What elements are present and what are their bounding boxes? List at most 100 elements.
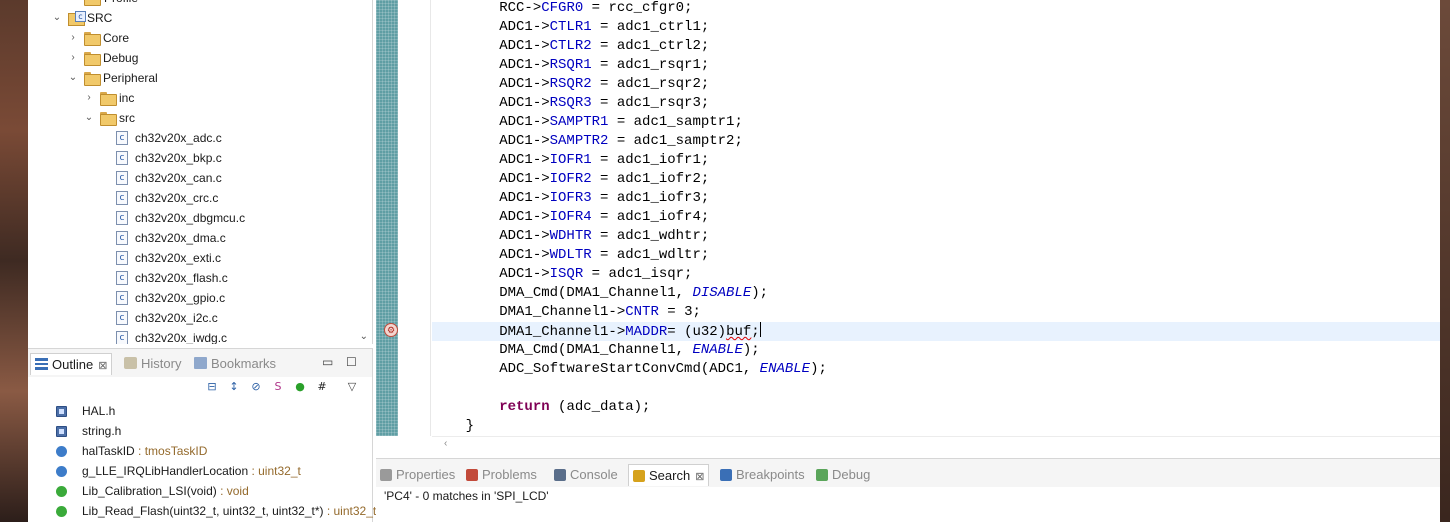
debug-icon xyxy=(816,469,828,481)
maximize-icon[interactable]: ☐ xyxy=(346,355,357,369)
code-line[interactable]: ADC1->SAMPTR1 = adc1_samptr1; xyxy=(432,113,1440,132)
tab-label: Search xyxy=(649,468,691,483)
outline-item-name: Lib_Read_Flash(uint32_t, uint32_t, uint3… xyxy=(82,504,324,518)
tab-label: Console xyxy=(570,467,618,482)
c-file-icon: c xyxy=(116,231,128,245)
c-file-icon: c xyxy=(116,331,128,344)
code-line[interactable]: return (adc_data); xyxy=(432,398,1440,417)
code-token: DMA1_Channel1-> xyxy=(465,304,626,320)
code-token-const: ENABLE xyxy=(692,342,743,358)
outline-item-label: halTaskID : tmosTaskID xyxy=(82,441,207,461)
code-token: ); xyxy=(742,342,760,358)
include-icon xyxy=(56,426,67,437)
tree-item-label: ch32v20x_gpio.c xyxy=(135,291,226,305)
minimize-icon[interactable]: ▭ xyxy=(322,355,333,369)
code-token: ADC1-> xyxy=(465,266,550,282)
text-caret xyxy=(759,322,761,337)
outline-item-name: HAL.h xyxy=(82,404,116,418)
chevron-down-icon[interactable]: ⌄ xyxy=(68,68,78,88)
view-menu-icon[interactable]: ▽ xyxy=(344,379,360,395)
code-line[interactable]: ADC1->WDLTR = adc1_wdltr; xyxy=(432,246,1440,265)
code-line[interactable]: ADC1->SAMPTR2 = adc1_samptr2; xyxy=(432,132,1440,151)
current-code-line[interactable]: DMA1_Channel1->MADDR= (u32)buf; xyxy=(432,322,1440,341)
code-line[interactable]: ADC1->RSQR1 = adc1_rsqr1; xyxy=(432,56,1440,75)
tab-console[interactable]: Console xyxy=(554,464,618,486)
code-line[interactable]: RCC->CFGR0 = rcc_cfgr0; xyxy=(432,0,1440,18)
close-icon[interactable]: ⊠ xyxy=(695,466,704,488)
tab-problems[interactable]: Problems xyxy=(466,464,537,486)
hide-macros-icon[interactable]: # xyxy=(314,379,330,395)
chevron-right-icon[interactable]: › xyxy=(84,88,94,108)
chevron-right-icon[interactable]: › xyxy=(68,0,78,8)
bookmark-icon xyxy=(194,357,207,369)
code-line[interactable]: ADC1->RSQR2 = adc1_rsqr2; xyxy=(432,75,1440,94)
overview-ruler xyxy=(376,0,398,436)
code-token: = adc1_wdhtr; xyxy=(591,228,710,244)
hide-non-public-icon[interactable]: ● xyxy=(292,379,308,395)
tab-outline[interactable]: Outline ⊠ xyxy=(30,353,113,377)
bottom-tab-bar: Properties Problems Console Search ⊠ Breakpoi… xyxy=(376,459,1440,487)
tab-bookmarks[interactable]: Bookmarks xyxy=(194,353,276,375)
code-line[interactable]: ADC1->WDHTR = adc1_wdhtr; xyxy=(432,227,1440,246)
scroll-down-icon[interactable]: ⌄ xyxy=(360,331,368,342)
code-token-field: RSQR1 xyxy=(549,57,592,73)
folder-icon xyxy=(84,72,101,86)
code-line[interactable]: DMA_Cmd(DMA1_Channel1, ENABLE); xyxy=(432,341,1440,360)
chevron-down-icon[interactable]: ⌄ xyxy=(52,8,62,28)
horizontal-scrollbar[interactable]: ‹ xyxy=(432,436,1440,453)
c-file-icon: c xyxy=(116,291,128,305)
code-line[interactable]: ADC1->IOFR4 = adc1_iofr4; xyxy=(432,208,1440,227)
chevron-down-icon[interactable]: ⌄ xyxy=(84,108,94,128)
warning-marker-icon[interactable]: ⚙ xyxy=(384,323,398,337)
code-editor[interactable]: RCC->CFGR0 = rcc_cfgr0; ADC1->CTLR1 = ad… xyxy=(432,0,1440,436)
code-token: ; xyxy=(751,324,760,340)
tree-item-label: ch32v20x_bkp.c xyxy=(135,151,222,165)
chevron-right-icon[interactable]: › xyxy=(68,28,78,48)
function-icon xyxy=(56,486,67,497)
close-icon[interactable]: ⊠ xyxy=(98,355,107,377)
tab-search[interactable]: Search ⊠ xyxy=(628,464,710,488)
code-token: = adc1_iofr3; xyxy=(591,190,710,206)
c-file-icon: c xyxy=(116,151,128,165)
tree-item-label: SRC xyxy=(87,11,113,25)
code-token: ADC1-> xyxy=(465,95,550,111)
code-line[interactable] xyxy=(432,379,1440,398)
code-token-field: RSQR2 xyxy=(549,76,592,92)
c-file-icon: c xyxy=(116,251,128,265)
code-line[interactable]: ADC1->ISQR = adc1_isqr; xyxy=(432,265,1440,284)
code-line[interactable]: ADC1->CTLR2 = adc1_ctrl2; xyxy=(432,37,1440,56)
scroll-left-icon[interactable]: ‹ xyxy=(444,438,447,449)
code-token-field: SAMPTR2 xyxy=(549,133,609,149)
outline-item-type: : uint32_t xyxy=(323,504,377,518)
problems-icon xyxy=(466,469,478,481)
hide-fields-icon[interactable]: ⊘ xyxy=(248,379,264,395)
code-line[interactable]: ADC_SoftwareStartConvCmd(ADC1, ENABLE); xyxy=(432,360,1440,379)
code-line[interactable]: } xyxy=(432,417,1440,436)
code-token: = adc1_iofr2; xyxy=(591,171,710,187)
chevron-right-icon[interactable]: › xyxy=(68,48,78,68)
collapse-all-icon[interactable]: ⊟ xyxy=(204,379,220,395)
include-icon xyxy=(56,406,67,417)
tab-history[interactable]: History xyxy=(124,353,181,375)
code-line[interactable]: DMA1_Channel1->CNTR = 3; xyxy=(432,303,1440,322)
tab-debug[interactable]: Debug xyxy=(816,464,870,486)
properties-icon xyxy=(380,469,392,481)
tab-breakpoints[interactable]: Breakpoints xyxy=(720,464,805,486)
code-line[interactable]: ADC1->CTLR1 = adc1_ctrl1; xyxy=(432,18,1440,37)
hide-static-icon[interactable]: S xyxy=(270,379,286,395)
code-token-field: CTLR2 xyxy=(549,38,592,54)
tree-item-label: ch32v20x_dma.c xyxy=(135,231,226,245)
code-line[interactable]: ADC1->IOFR1 = adc1_iofr1; xyxy=(432,151,1440,170)
breakpoints-icon xyxy=(720,469,732,481)
code-line[interactable]: ADC1->IOFR2 = adc1_iofr2; xyxy=(432,170,1440,189)
code-line[interactable]: ADC1->IOFR3 = adc1_iofr3; xyxy=(432,189,1440,208)
code-line[interactable]: DMA_Cmd(DMA1_Channel1, DISABLE); xyxy=(432,284,1440,303)
code-line[interactable]: ADC1->RSQR3 = adc1_rsqr3; xyxy=(432,94,1440,113)
tab-properties[interactable]: Properties xyxy=(380,464,455,486)
sort-icon[interactable]: ↕ xyxy=(226,379,242,395)
code-token-field: CNTR xyxy=(625,304,659,320)
vertical-scrollbar[interactable]: ⌄ xyxy=(355,0,372,344)
tree-item-label: inc xyxy=(119,91,135,105)
outline-item-label: string.h xyxy=(82,421,121,441)
